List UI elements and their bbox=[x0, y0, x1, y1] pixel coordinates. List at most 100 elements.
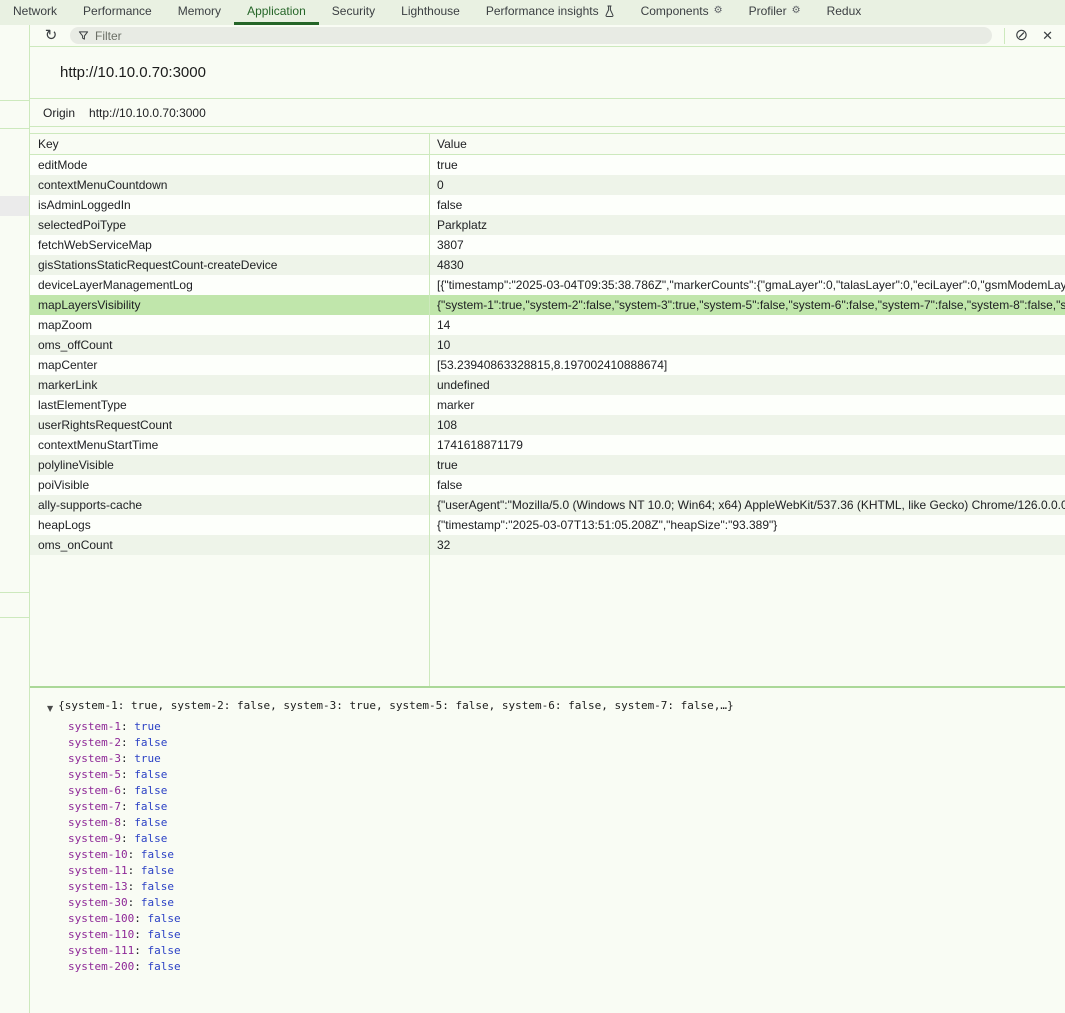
preview-summary-text: {system-1: true, system-2: false, system… bbox=[58, 698, 734, 713]
row-key[interactable]: contextMenuCountdown bbox=[30, 175, 430, 195]
tab-components[interactable]: Components⚙ bbox=[628, 0, 736, 25]
row-value[interactable]: 3807 bbox=[430, 235, 1065, 255]
row-value[interactable]: [53.23940863328815,8.197002410888674] bbox=[430, 355, 1065, 375]
table-row[interactable]: userRightsRequestCount108 bbox=[30, 415, 1065, 435]
row-key[interactable]: gisStationsStaticRequestCount-createDevi… bbox=[30, 255, 430, 275]
table-row[interactable]: contextMenuStartTime1741618871179 bbox=[30, 435, 1065, 455]
tab-performance[interactable]: Performance bbox=[70, 0, 165, 25]
table-row[interactable]: oms_onCount32 bbox=[30, 535, 1065, 555]
table-row[interactable]: polylineVisibletrue bbox=[30, 455, 1065, 475]
table-row[interactable]: poiVisiblefalse bbox=[30, 475, 1065, 495]
row-value[interactable]: true bbox=[430, 455, 1065, 475]
table-row[interactable]: selectedPoiTypeParkplatz bbox=[30, 215, 1065, 235]
row-key[interactable]: mapLayersVisibility bbox=[30, 295, 430, 315]
row-key[interactable]: fetchWebServiceMap bbox=[30, 235, 430, 255]
refresh-icon[interactable]: ↻ bbox=[40, 28, 62, 43]
table-row[interactable]: oms_offCount10 bbox=[30, 335, 1065, 355]
row-value[interactable]: false bbox=[430, 475, 1065, 495]
key-column-header[interactable]: Key bbox=[30, 134, 430, 154]
tab-redux[interactable]: Redux bbox=[814, 0, 875, 25]
clear-all-icon[interactable]: ⊘ bbox=[1015, 28, 1028, 44]
delete-selected-icon[interactable]: ✕ bbox=[1042, 29, 1053, 42]
row-key[interactable]: isAdminLoggedIn bbox=[30, 195, 430, 215]
table-row[interactable]: mapLayersVisibility{"system-1":true,"sys… bbox=[30, 295, 1065, 315]
row-key[interactable]: mapCenter bbox=[30, 355, 430, 375]
row-value[interactable]: undefined bbox=[430, 375, 1065, 395]
tab-performance-insights[interactable]: Performance insights bbox=[473, 0, 628, 25]
row-value[interactable]: 1741618871179 bbox=[430, 435, 1065, 455]
row-key[interactable]: contextMenuStartTime bbox=[30, 435, 430, 455]
preview-entry: system-10: false bbox=[68, 847, 1065, 863]
tab-profiler[interactable]: Profiler⚙ bbox=[736, 0, 814, 25]
row-key[interactable]: polylineVisible bbox=[30, 455, 430, 475]
table-row[interactable]: mapZoom14 bbox=[30, 315, 1065, 335]
row-value[interactable]: Parkplatz bbox=[430, 215, 1065, 235]
filter-input[interactable] bbox=[95, 29, 984, 43]
row-value[interactable]: {"system-1":true,"system-2":false,"syste… bbox=[430, 295, 1065, 315]
row-value[interactable]: 0 bbox=[430, 175, 1065, 195]
preview-summary-row[interactable]: ▼ {system-1: true, system-2: false, syst… bbox=[47, 698, 1065, 716]
sidebar-selected-item[interactable] bbox=[0, 196, 29, 216]
row-key[interactable]: editMode bbox=[30, 155, 430, 175]
tab-application[interactable]: Application bbox=[234, 0, 319, 25]
entry-value: true bbox=[134, 720, 161, 733]
value-column-header[interactable]: Value bbox=[430, 134, 1065, 154]
tab-label: Performance insights bbox=[486, 4, 599, 18]
row-value[interactable]: {"userAgent":"Mozilla/5.0 (Windows NT 10… bbox=[430, 495, 1065, 515]
table-row[interactable]: editModetrue bbox=[30, 155, 1065, 175]
row-value[interactable]: 10 bbox=[430, 335, 1065, 355]
row-key[interactable]: lastElementType bbox=[30, 395, 430, 415]
flask-icon bbox=[604, 5, 615, 18]
row-value[interactable]: 4830 bbox=[430, 255, 1065, 275]
row-key[interactable]: userRightsRequestCount bbox=[30, 415, 430, 435]
tab-memory[interactable]: Memory bbox=[165, 0, 234, 25]
entry-key: system-1 bbox=[68, 720, 121, 733]
table-row[interactable]: mapCenter[53.23940863328815,8.1970024108… bbox=[30, 355, 1065, 375]
table-row[interactable]: deviceLayerManagementLog[{"timestamp":"2… bbox=[30, 275, 1065, 295]
entry-key: system-100 bbox=[68, 912, 134, 925]
entry-key: system-6 bbox=[68, 784, 121, 797]
row-key[interactable]: ally-supports-cache bbox=[30, 495, 430, 515]
tab-security[interactable]: Security bbox=[319, 0, 388, 25]
row-key[interactable]: markerLink bbox=[30, 375, 430, 395]
row-value[interactable]: true bbox=[430, 155, 1065, 175]
tab-network[interactable]: Network bbox=[0, 0, 70, 25]
filter-box[interactable] bbox=[70, 27, 992, 44]
tab-label: Performance bbox=[83, 4, 152, 18]
row-value[interactable]: marker bbox=[430, 395, 1065, 415]
row-value[interactable]: 108 bbox=[430, 415, 1065, 435]
row-value[interactable]: 32 bbox=[430, 535, 1065, 555]
table-row[interactable]: fetchWebServiceMap3807 bbox=[30, 235, 1065, 255]
tab-lighthouse[interactable]: Lighthouse bbox=[388, 0, 473, 25]
row-key[interactable]: deviceLayerManagementLog bbox=[30, 275, 430, 295]
entry-key: system-5 bbox=[68, 768, 121, 781]
table-empty-area bbox=[30, 555, 1065, 688]
row-key[interactable]: selectedPoiType bbox=[30, 215, 430, 235]
sidebar-strip[interactable] bbox=[0, 25, 30, 1013]
site-title-text: http://10.10.0.70:3000 bbox=[60, 64, 206, 81]
entry-key: system-3 bbox=[68, 752, 121, 765]
row-key[interactable]: poiVisible bbox=[30, 475, 430, 495]
row-value[interactable]: false bbox=[430, 195, 1065, 215]
table-row[interactable]: heapLogs{"timestamp":"2025-03-07T13:51:0… bbox=[30, 515, 1065, 535]
row-value[interactable]: [{"timestamp":"2025-03-04T09:35:38.786Z"… bbox=[430, 275, 1065, 295]
row-key[interactable]: mapZoom bbox=[30, 315, 430, 335]
value-preview-pane: ▼ {system-1: true, system-2: false, syst… bbox=[30, 688, 1065, 1013]
row-value[interactable]: {"timestamp":"2025-03-07T13:51:05.208Z",… bbox=[430, 515, 1065, 535]
table-row[interactable]: lastElementTypemarker bbox=[30, 395, 1065, 415]
row-key[interactable]: oms_onCount bbox=[30, 535, 430, 555]
row-key[interactable]: heapLogs bbox=[30, 515, 430, 535]
table-row[interactable]: isAdminLoggedInfalse bbox=[30, 195, 1065, 215]
table-row[interactable]: ally-supports-cache{"userAgent":"Mozilla… bbox=[30, 495, 1065, 515]
sidebar-separator bbox=[0, 617, 29, 618]
table-row[interactable]: markerLinkundefined bbox=[30, 375, 1065, 395]
funnel-icon bbox=[78, 30, 89, 41]
row-key[interactable]: oms_offCount bbox=[30, 335, 430, 355]
preview-entry: system-6: false bbox=[68, 783, 1065, 799]
table-row[interactable]: gisStationsStaticRequestCount-createDevi… bbox=[30, 255, 1065, 275]
entry-value: false bbox=[147, 912, 180, 925]
table-row[interactable]: contextMenuCountdown0 bbox=[30, 175, 1065, 195]
tab-label: Application bbox=[247, 4, 306, 18]
row-value[interactable]: 14 bbox=[430, 315, 1065, 335]
chevron-down-icon[interactable]: ▼ bbox=[47, 701, 53, 716]
